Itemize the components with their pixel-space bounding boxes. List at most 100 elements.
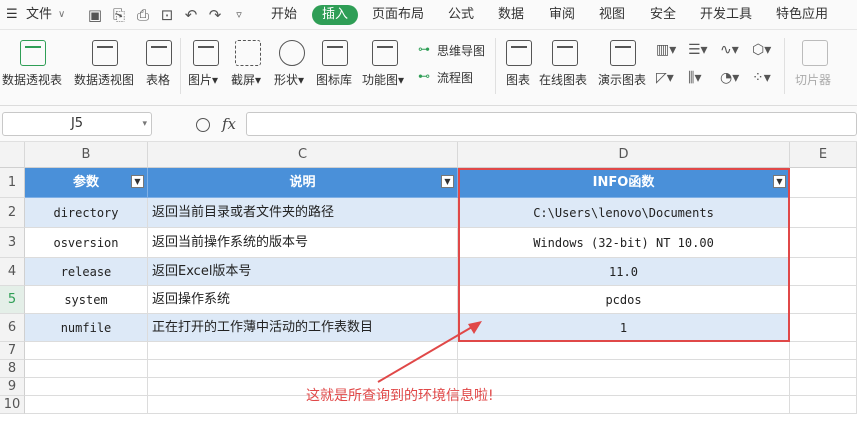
empty-cell[interactable]: [458, 342, 790, 360]
empty-cell[interactable]: [790, 378, 857, 396]
menu-bar: ☰ 文件 ∨ ▣ ⎘ ⎙ ⊡ ↶ ↷ ▿ 开始 插入 页面布局 公式 数据 审阅…: [0, 0, 857, 30]
table-cell-value[interactable]: pcdos: [458, 286, 790, 314]
row-header-2[interactable]: 2: [0, 198, 25, 228]
empty-cell[interactable]: [790, 396, 857, 414]
save-icon[interactable]: ▣: [86, 6, 104, 24]
table-cell-param[interactable]: release: [25, 258, 148, 286]
table-cell-desc[interactable]: 正在打开的工作薄中活动的工作表数目: [148, 314, 458, 342]
table-cell-value[interactable]: Windows (32-bit) NT 10.00: [458, 228, 790, 258]
column-header-c[interactable]: C: [148, 142, 458, 168]
bar-chart-icon[interactable]: ☰▾: [688, 42, 708, 58]
function-icon[interactable]: fx: [222, 115, 236, 133]
online-chart-label: 在线图表: [539, 73, 588, 87]
column-header-b[interactable]: B: [25, 142, 148, 168]
empty-cell[interactable]: [25, 360, 148, 378]
formula-input[interactable]: [246, 112, 857, 136]
picture-label: 图片▾: [188, 73, 219, 87]
tab-security[interactable]: 安全: [650, 0, 676, 30]
formula-bar: J5 ▾ fx: [0, 106, 857, 142]
header-param-label: 参数: [72, 175, 99, 190]
empty-cell[interactable]: [458, 378, 790, 396]
empty-cell[interactable]: [790, 168, 857, 198]
empty-cell[interactable]: [790, 258, 857, 286]
export-icon[interactable]: ⎘: [110, 6, 128, 24]
table-cell-param[interactable]: directory: [25, 198, 148, 228]
stock-chart-icon[interactable]: ⫼▾: [688, 70, 708, 86]
print-preview-icon[interactable]: ⊡: [158, 6, 176, 24]
table-cell-value[interactable]: C:\Users\lenovo\Documents: [458, 198, 790, 228]
empty-cell[interactable]: [790, 314, 857, 342]
row-header-9[interactable]: 9: [0, 378, 25, 396]
empty-cell[interactable]: [148, 342, 458, 360]
table-header-cell[interactable]: 说明 ▼: [148, 168, 458, 198]
customize-icon[interactable]: ▿: [230, 6, 248, 24]
row-header-7[interactable]: 7: [0, 342, 25, 360]
filter-dropdown-icon[interactable]: ▼: [441, 175, 454, 188]
shape-label: 形状▾: [274, 73, 305, 87]
empty-cell[interactable]: [790, 342, 857, 360]
annotation-text: 这就是所查询到的环境信息啦!: [306, 388, 494, 404]
row-header-4[interactable]: 4: [0, 258, 25, 286]
filter-dropdown-icon[interactable]: ▼: [131, 175, 144, 188]
ribbon-separator: [180, 38, 181, 94]
table-cell-desc[interactable]: 返回Excel版本号: [148, 258, 458, 286]
tab-insert[interactable]: 插入: [312, 5, 359, 25]
tab-developer[interactable]: 开发工具: [700, 0, 752, 30]
empty-cell[interactable]: [148, 360, 458, 378]
tab-home[interactable]: 开始: [271, 0, 297, 30]
ribbon-insert: 数据透视表 数据透视图 表格 图片▾ 截屏▾ 形状▾ 图标库 功能图▾ ⊶ 思维…: [0, 30, 857, 106]
row-header-6[interactable]: 6: [0, 314, 25, 342]
flowchart-label: 流程图: [437, 71, 474, 85]
empty-cell[interactable]: [458, 396, 790, 414]
row-header-3[interactable]: 3: [0, 228, 25, 258]
pie-chart-icon[interactable]: ◔▾: [720, 70, 740, 86]
empty-cell[interactable]: [790, 286, 857, 314]
column-header-d[interactable]: D: [458, 142, 790, 168]
row-header-1[interactable]: 1: [0, 168, 25, 198]
empty-cell[interactable]: [25, 378, 148, 396]
column-chart-icon[interactable]: ▥▾: [656, 42, 676, 58]
table-cell-desc[interactable]: 返回当前目录或者文件夹的路径: [148, 198, 458, 228]
table-cell-param[interactable]: system: [25, 286, 148, 314]
zoom-icon[interactable]: [196, 118, 210, 132]
table-header-cell[interactable]: 参数 ▼: [25, 168, 148, 198]
tab-review[interactable]: 审阅: [549, 0, 575, 30]
table-cell-param[interactable]: numfile: [25, 314, 148, 342]
file-menu[interactable]: 文件: [26, 0, 52, 30]
table-cell-desc[interactable]: 返回当前操作系统的版本号: [148, 228, 458, 258]
tab-formulas[interactable]: 公式: [448, 0, 474, 30]
filter-dropdown-icon[interactable]: ▼: [773, 175, 786, 188]
chevron-down-icon[interactable]: ∨: [58, 0, 65, 30]
column-header-e[interactable]: E: [790, 142, 857, 168]
scatter-chart-icon[interactable]: ⁘▾: [752, 70, 772, 86]
select-all-corner[interactable]: [0, 142, 25, 168]
tab-page-layout[interactable]: 页面布局: [372, 0, 424, 30]
empty-cell[interactable]: [25, 342, 148, 360]
empty-cell[interactable]: [25, 396, 148, 414]
empty-cell[interactable]: [458, 360, 790, 378]
table-cell-value[interactable]: 11.0: [458, 258, 790, 286]
table-header-cell[interactable]: INFO函数 ▼: [458, 168, 790, 198]
table-cell-param[interactable]: osversion: [25, 228, 148, 258]
tab-view[interactable]: 视图: [599, 0, 625, 30]
undo-icon[interactable]: ↶: [182, 6, 200, 24]
tab-data[interactable]: 数据: [498, 0, 524, 30]
empty-cell[interactable]: [790, 360, 857, 378]
table-cell-desc[interactable]: 返回操作系统: [148, 286, 458, 314]
name-box[interactable]: J5 ▾: [2, 112, 152, 136]
empty-cell[interactable]: [790, 228, 857, 258]
table-cell-value[interactable]: 1: [458, 314, 790, 342]
print-icon[interactable]: ⎙: [134, 6, 152, 24]
tab-special[interactable]: 特色应用: [776, 0, 828, 30]
area-chart-icon[interactable]: ◸▾: [656, 70, 676, 86]
chevron-down-icon[interactable]: ▾: [142, 113, 147, 135]
row-header-5[interactable]: 5: [0, 286, 25, 314]
row-header-10[interactable]: 10: [0, 396, 25, 414]
redo-icon[interactable]: ↷: [206, 6, 224, 24]
name-box-value: J5: [70, 116, 84, 131]
hamburger-icon[interactable]: ☰: [6, 0, 18, 30]
empty-cell[interactable]: [790, 198, 857, 228]
line-chart-icon[interactable]: ∿▾: [720, 42, 740, 58]
radar-chart-icon[interactable]: ⬡▾: [752, 42, 772, 58]
row-header-8[interactable]: 8: [0, 360, 25, 378]
